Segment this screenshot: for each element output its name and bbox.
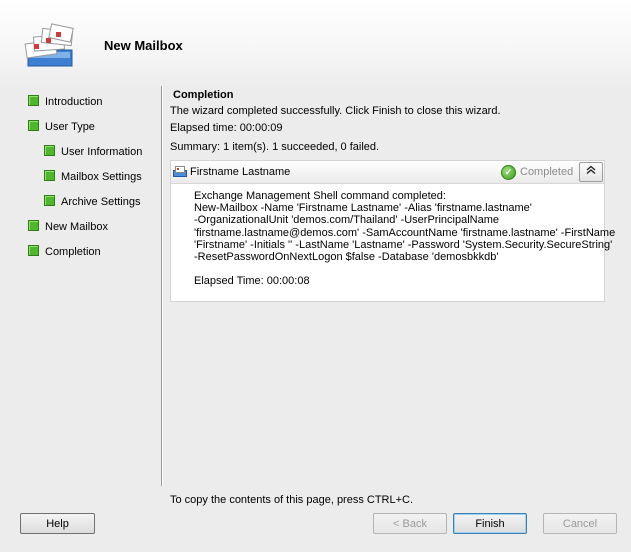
nav-item-label: Completion	[45, 246, 101, 258]
result-details: Exchange Management Shell command comple…	[194, 190, 616, 288]
status-label: Completed	[520, 166, 574, 178]
completed-step-icon	[28, 220, 39, 231]
elapsed-time: Elapsed time: 00:00:09	[170, 122, 283, 134]
wizard-header: New Mailbox	[0, 0, 631, 88]
nav-item-label: Archive Settings	[61, 196, 141, 208]
nav-item-label: New Mailbox	[45, 221, 108, 233]
result-line: New-Mailbox -Name 'Firstname Lastname' -…	[194, 202, 532, 215]
completed-step-icon	[28, 245, 39, 256]
collapse-button[interactable]	[579, 162, 603, 182]
wizard-title: New Mailbox	[104, 38, 183, 53]
nav-divider	[161, 86, 163, 486]
nav-item-user-type[interactable]: User Type	[28, 119, 95, 135]
nav-item-user-information[interactable]: User Information	[44, 144, 142, 160]
result-panel: Firstname Lastname ✓ Completed Exchange …	[170, 160, 616, 302]
completed-step-icon	[44, 170, 55, 181]
mailbox-stack-icon	[24, 23, 74, 67]
double-chevron-up-icon	[586, 165, 596, 177]
completed-step-icon	[44, 195, 55, 206]
nav-item-new-mailbox[interactable]: New Mailbox	[28, 219, 108, 235]
nav-item-introduction[interactable]: Introduction	[28, 94, 102, 110]
result-line	[194, 263, 599, 275]
mailbox-icon	[173, 166, 187, 177]
result-line: 'Firstname' -Initials '' -LastName 'Last…	[194, 238, 613, 251]
back-button[interactable]: < Back	[373, 513, 447, 534]
help-button[interactable]: Help	[20, 513, 95, 534]
result-panel-header: Firstname Lastname ✓ Completed	[171, 161, 604, 184]
completed-step-icon	[44, 145, 55, 156]
cancel-button[interactable]: Cancel	[543, 513, 617, 534]
result-line: -ResetPasswordOnNextLogon $false -Databa…	[194, 251, 499, 264]
result-item-name: Firstname Lastname	[190, 166, 291, 178]
nav-item-label: User Information	[61, 146, 143, 158]
completed-step-icon	[28, 95, 39, 106]
nav-item-label: Introduction	[45, 96, 103, 108]
nav-item-archive-settings[interactable]: Archive Settings	[44, 194, 140, 210]
nav-item-mailbox-settings[interactable]: Mailbox Settings	[44, 169, 142, 185]
result-line: Elapsed Time: 00:00:08	[194, 275, 310, 288]
finish-button[interactable]: Finish	[453, 513, 527, 534]
result-line: -OrganizationalUnit 'demos.com/Thailand'…	[194, 214, 499, 227]
page-title: Completion	[173, 89, 234, 101]
completed-step-icon	[28, 120, 39, 131]
result-line: 'firstname.lastname@demos.com' -SamAccou…	[194, 226, 616, 239]
nav-item-label: User Type	[45, 121, 95, 133]
nav-item-completion[interactable]: Completion	[28, 244, 101, 260]
nav-item-label: Mailbox Settings	[61, 171, 142, 183]
result-line: Exchange Management Shell command comple…	[194, 190, 446, 202]
copy-hint: To copy the contents of this page, press…	[170, 494, 414, 506]
summary-text: Summary: 1 item(s). 1 succeeded, 0 faile…	[170, 141, 380, 153]
check-circle-icon: ✓	[501, 165, 516, 180]
completion-message: The wizard completed successfully. Click…	[170, 105, 501, 117]
